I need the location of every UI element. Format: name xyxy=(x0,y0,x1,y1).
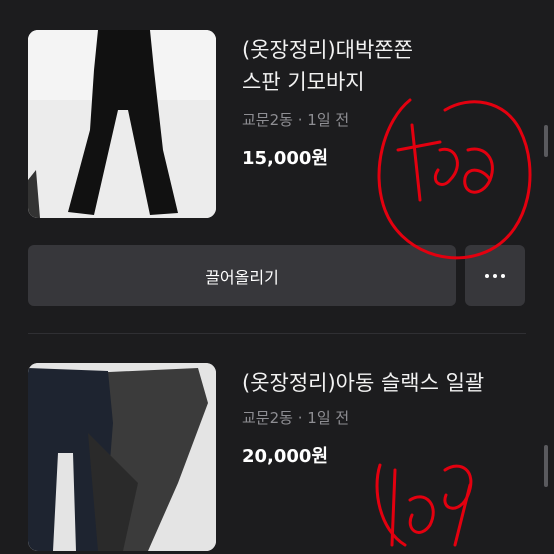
scrollbar[interactable] xyxy=(544,125,548,157)
listing-title[interactable]: (옷장정리)대박쫀쫀 스판 기모바지 xyxy=(242,34,532,98)
product-listing-1[interactable]: (옷장정리)대박쫀쫀 스판 기모바지 교문2동 · 1일 전 15,000원 끌… xyxy=(0,0,554,320)
listing-title[interactable]: (옷장정리)아동 슬랙스 일괄 xyxy=(242,367,532,399)
bump-button[interactable]: 끌어올리기 xyxy=(28,245,456,306)
listing-meta: 교문2동 · 1일 전 xyxy=(242,109,349,130)
more-horizontal-icon xyxy=(485,273,489,278)
divider xyxy=(28,333,526,334)
listing-location: 교문2동 xyxy=(242,409,293,427)
listing-price: 15,000원 xyxy=(242,148,329,169)
listing-location: 교문2동 xyxy=(242,111,293,129)
listing-time: 1일 전 xyxy=(307,409,350,427)
kids-slacks-image xyxy=(28,363,216,551)
product-listing-2[interactable]: (옷장정리)아동 슬랙스 일괄 교문2동 · 1일 전 20,000원 xyxy=(0,340,554,554)
product-thumbnail[interactable] xyxy=(28,30,216,218)
more-options-button[interactable] xyxy=(465,245,525,306)
meta-separator: · xyxy=(297,409,303,427)
black-pants-image xyxy=(28,30,216,218)
product-thumbnail[interactable] xyxy=(28,363,216,551)
scrollbar-thumb[interactable] xyxy=(544,445,548,487)
listing-time: 1일 전 xyxy=(307,111,350,129)
meta-separator: · xyxy=(297,111,303,129)
listing-meta: 교문2동 · 1일 전 xyxy=(242,407,349,428)
listing-price: 20,000원 xyxy=(242,446,329,467)
